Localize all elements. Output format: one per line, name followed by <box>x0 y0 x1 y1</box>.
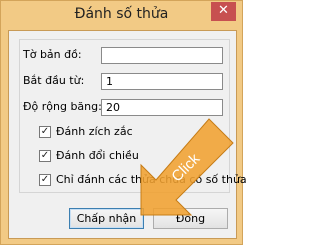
only-unnumbered-checkbox[interactable]: ✓ <box>39 174 51 186</box>
strip-width-label: Độ rộng băng: <box>23 100 102 113</box>
start-from-input[interactable]: 1 <box>101 73 223 90</box>
dialog-window: Đánh số thửa ✕ Tờ bản đồ: Bắt đầu từ: 1 … <box>0 0 247 245</box>
dialog-content: Tờ bản đồ: Bắt đầu từ: 1 Độ rộng băng: 2… <box>8 30 247 239</box>
map-sheet-input[interactable] <box>101 47 223 64</box>
title-bar[interactable]: Đánh số thửa ✕ <box>1 1 242 29</box>
map-sheet-label: Tờ bản đồ: <box>23 48 82 61</box>
close-window-button[interactable]: ✕ <box>211 2 236 21</box>
settings-group: Tờ bản đồ: Bắt đầu từ: 1 Độ rộng băng: 2… <box>19 39 247 193</box>
window-title: Đánh số thửa <box>74 6 169 22</box>
strip-width-input[interactable]: 20 <box>101 99 223 116</box>
accept-button[interactable]: Chấp nhận <box>69 208 144 229</box>
reverse-direction-checkbox[interactable]: ✓ <box>39 150 51 162</box>
start-from-label: Bắt đầu từ: <box>23 74 85 87</box>
only-unnumbered-label[interactable]: Chỉ đánh các thửa chưa có số thửa <box>56 173 247 186</box>
zigzag-label[interactable]: Đánh zích zắc <box>56 125 133 138</box>
reverse-direction-label[interactable]: Đánh đổi chiều <box>56 149 139 162</box>
close-button[interactable]: Đóng <box>153 208 228 229</box>
zigzag-checkbox[interactable]: ✓ <box>39 126 51 138</box>
close-icon: ✕ <box>218 3 229 18</box>
